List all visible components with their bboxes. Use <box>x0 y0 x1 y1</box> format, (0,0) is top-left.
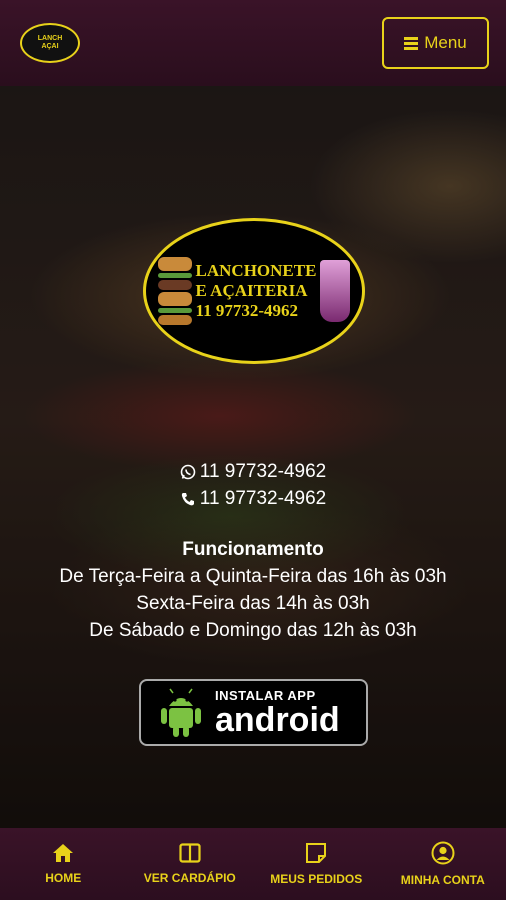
main-logo: LANCHONETE E AÇAITERIA 11 97732-4962 <box>143 218 365 364</box>
orders-icon <box>306 843 327 863</box>
phone-row[interactable]: 11 97732-4962 <box>0 485 506 512</box>
phone-number: 11 97732-4962 <box>199 488 327 509</box>
hero-background: LANCHONETE E AÇAITERIA 11 97732-4962 11 … <box>0 86 506 828</box>
nav-item-label: VER CARDÁPIO <box>143 871 236 885</box>
home-icon <box>53 844 74 862</box>
nav-item-account[interactable]: MINHA CONTA <box>380 841 506 887</box>
badge-big-text: android <box>215 701 340 739</box>
whatsapp-row[interactable]: 11 97732-4962 <box>0 458 506 485</box>
nav-item-label: MEUS PEDIDOS <box>270 872 363 886</box>
menu-button-label: Menu <box>424 33 467 52</box>
contact-block: 11 97732-4962 11 97732-4962 <box>0 458 506 512</box>
install-android-app-button[interactable]: INSTALAR APP android <box>139 679 368 746</box>
nav-item-label: MINHA CONTA <box>400 873 485 887</box>
opening-hours: Funcionamento De Terça-Feira a Quinta-Fe… <box>0 536 506 644</box>
nav-item-home[interactable]: HOME <box>0 843 126 885</box>
header-logo-image: LANCH AÇAI <box>37 35 63 50</box>
whatsapp-icon <box>180 464 196 479</box>
hours-line: Sexta-Feira das 14h às 03h <box>136 593 370 614</box>
hamburger-icon <box>404 35 419 52</box>
logo-line-2: E AÇAITERIA <box>195 281 308 300</box>
nav-item-menu[interactable]: VER CARDÁPIO <box>127 843 253 885</box>
burger-illustration <box>157 257 192 325</box>
header-logo[interactable]: LANCH AÇAI <box>20 23 80 63</box>
hours-line: De Terça-Feira a Quinta-Feira das 16h às… <box>59 566 447 587</box>
user-icon <box>431 841 455 865</box>
phone-icon <box>181 492 194 505</box>
hours-title: Funcionamento <box>182 539 324 560</box>
top-bar: LANCH AÇAI Menu <box>0 0 506 86</box>
whatsapp-number: 11 97732-4962 <box>199 461 327 482</box>
hours-line: De Sábado e Domingo das 12h às 03h <box>89 620 417 641</box>
nav-item-label: HOME <box>45 871 82 885</box>
menu-button[interactable]: Menu <box>382 17 489 69</box>
logo-line-1: LANCHONETE <box>195 261 317 280</box>
android-robot-icon <box>161 688 201 737</box>
book-icon <box>179 843 201 863</box>
bottom-navigation: HOME VER CARDÁPIO MEUS PEDIDOS MINHA CON… <box>0 828 506 900</box>
nav-item-orders[interactable]: MEUS PEDIDOS <box>253 842 379 886</box>
logo-line-3: 11 97732-4962 <box>195 301 299 320</box>
acai-cup-illustration <box>320 260 351 322</box>
